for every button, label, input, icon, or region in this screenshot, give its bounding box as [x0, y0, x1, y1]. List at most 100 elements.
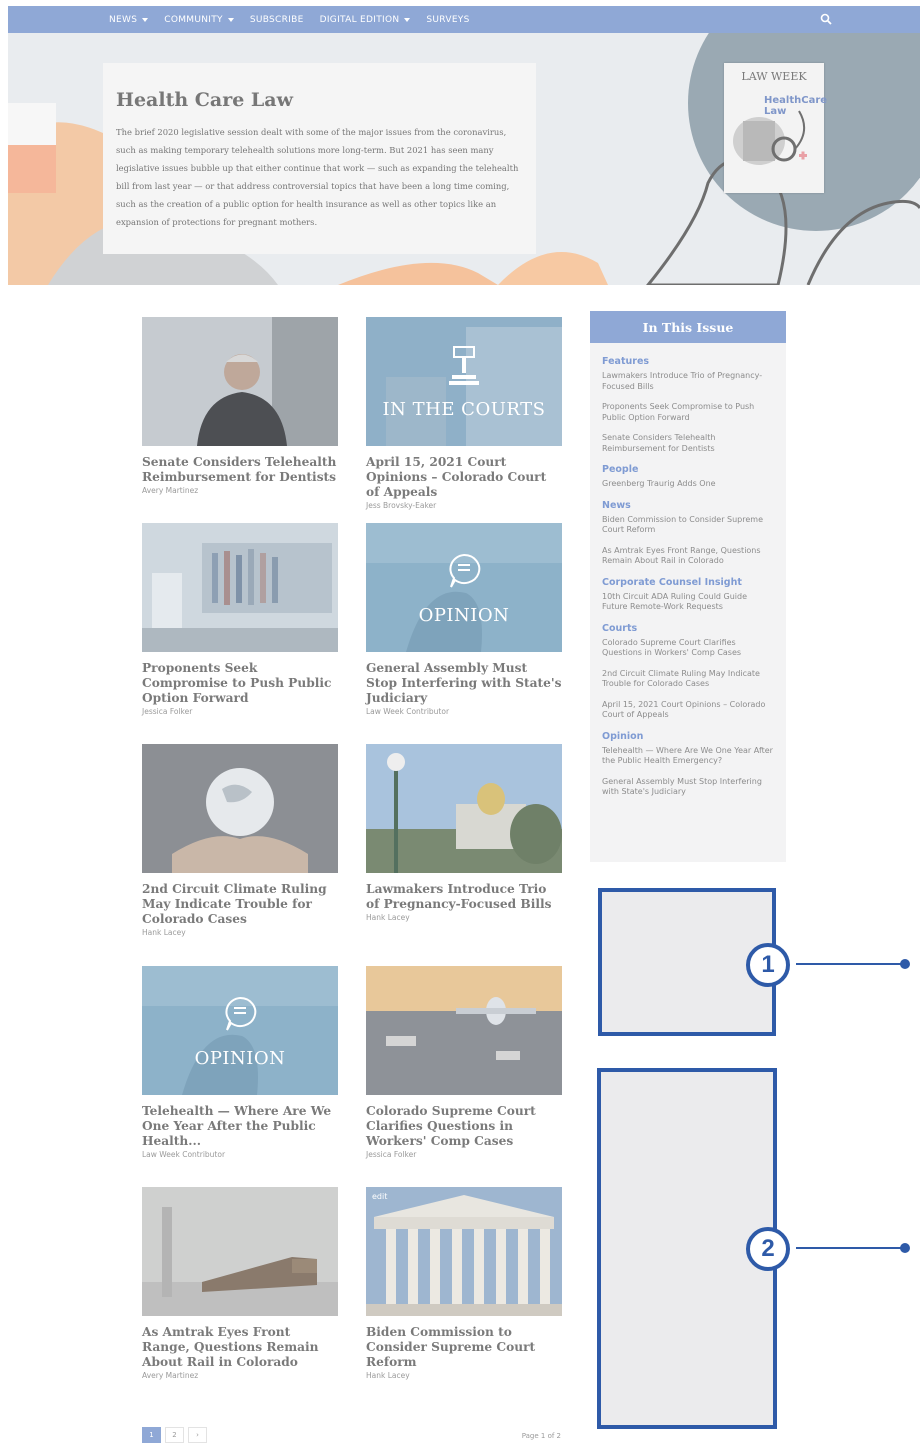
article-title[interactable]: Lawmakers Introduce Trio of Pregnancy-Fo… [366, 882, 562, 912]
nav-news[interactable]: NEWS [109, 14, 149, 25]
article-thumbnail[interactable]: edit [366, 1187, 562, 1316]
sidebar-link[interactable]: General Assembly Must Stop Interfering w… [602, 777, 774, 798]
callout-badge-1: 1 [746, 943, 790, 987]
page-title: Health Care Law [116, 89, 293, 111]
article-card[interactable]: 2nd Circuit Climate Ruling May Indicate … [142, 744, 338, 937]
article-author[interactable]: Avery Martinez [142, 486, 338, 495]
nav-news-label: NEWS [109, 14, 138, 25]
article-author[interactable]: Law Week Contributor [142, 1150, 338, 1159]
nav-subscribe-label: SUBSCRIBE [249, 14, 304, 25]
in-this-issue-sidebar: In This Issue Features Lawmakers Introdu… [590, 311, 786, 862]
article-title[interactable]: General Assembly Must Stop Interfering w… [366, 661, 562, 706]
article-title[interactable]: April 15, 2021 Court Opinions – Colorado… [366, 455, 562, 500]
article-thumbnail[interactable] [142, 744, 338, 873]
sidebar-section-corporate-counsel[interactable]: Corporate Counsel Insight [602, 577, 774, 588]
hero-intro-card: Health Care Law The brief 2020 legislati… [103, 63, 536, 254]
sidebar-section-news[interactable]: News [602, 500, 774, 511]
article-author[interactable]: Hank Lacey [366, 1371, 562, 1380]
sidebar-section-courts[interactable]: Courts [602, 623, 774, 634]
callout-badge-2: 2 [746, 1227, 790, 1271]
article-thumbnail[interactable]: IN THE COURTS [366, 317, 562, 446]
article-card[interactable]: edit Biden Commission to Consider Suprem… [366, 1187, 562, 1380]
capitol-photo [366, 744, 562, 873]
article-card[interactable]: OPINION General Assembly Must Stop Inter… [366, 523, 562, 716]
article-title[interactable]: 2nd Circuit Climate Ruling May Indicate … [142, 882, 338, 927]
article-title[interactable]: Proponents Seek Compromise to Push Publi… [142, 661, 338, 706]
article-author[interactable]: Hank Lacey [142, 928, 338, 937]
sidebar-link[interactable]: 10th Circuit ADA Ruling Could Guide Futu… [602, 592, 774, 613]
article-thumbnail[interactable] [142, 1187, 338, 1316]
sidebar-link[interactable]: Lawmakers Introduce Trio of Pregnancy-Fo… [602, 371, 774, 392]
edit-link[interactable]: edit [372, 1192, 387, 1201]
gavel-icon [449, 346, 479, 385]
search-icon[interactable] [820, 13, 832, 25]
sidebar-link[interactable]: As Amtrak Eyes Front Range, Questions Re… [602, 546, 774, 567]
train-photo [142, 1187, 338, 1316]
callout-line-1 [796, 963, 906, 965]
nav-digital-edition-label: DIGITAL EDITION [319, 14, 400, 25]
article-card[interactable]: Senate Considers Telehealth Reimbursemen… [142, 317, 338, 495]
chevron-down-icon [404, 17, 411, 22]
nav-community-label: COMMUNITY [164, 14, 223, 25]
sidebar-section-people[interactable]: People [602, 464, 774, 475]
sidebar-link[interactable]: Greenberg Traurig Adds One [602, 479, 774, 490]
article-thumbnail[interactable] [366, 966, 562, 1095]
article-thumbnail[interactable] [366, 744, 562, 873]
article-author[interactable]: Avery Martinez [142, 1371, 338, 1380]
globe-hands-photo [142, 744, 338, 873]
supreme-court-photo [366, 1187, 562, 1316]
article-title[interactable]: As Amtrak Eyes Front Range, Questions Re… [142, 1325, 338, 1370]
speech-bubble-icon [449, 553, 481, 588]
article-card[interactable]: Proponents Seek Compromise to Push Publi… [142, 523, 338, 716]
thumbnail-label: IN THE COURTS [382, 399, 546, 420]
article-card[interactable]: As Amtrak Eyes Front Range, Questions Re… [142, 1187, 338, 1380]
sidebar-link[interactable]: Proponents Seek Compromise to Push Publi… [602, 402, 774, 423]
sidebar-link[interactable]: Colorado Supreme Court Clarifies Questio… [602, 638, 774, 659]
sidebar-link[interactable]: Telehealth — Where Are We One Year After… [602, 746, 774, 767]
article-author[interactable]: Jessica Folker [142, 707, 338, 716]
businessman-photo [142, 317, 338, 446]
nav-digital-edition[interactable]: DIGITAL EDITION [320, 15, 411, 25]
sidebar-section-opinion[interactable]: Opinion [602, 731, 774, 742]
sidebar-link[interactable]: 2nd Circuit Climate Ruling May Indicate … [602, 669, 774, 690]
sidebar-link[interactable]: April 15, 2021 Court Opinions – Colorado… [602, 700, 774, 721]
article-thumbnail[interactable]: OPINION [142, 966, 338, 1095]
nav-community[interactable]: COMMUNITY [164, 15, 234, 25]
article-title[interactable]: Senate Considers Telehealth Reimbursemen… [142, 455, 338, 485]
article-author[interactable]: Jessica Folker [366, 1150, 562, 1159]
article-card[interactable]: OPINION Telehealth — Where Are We One Ye… [142, 966, 338, 1159]
hero-description: The brief 2020 legislative session dealt… [116, 127, 519, 227]
article-author[interactable]: Law Week Contributor [366, 707, 562, 716]
magazine-cover[interactable]: LAW WEEK HealthCare Law [724, 63, 828, 193]
sidebar-link[interactable]: Biden Commission to Consider Supreme Cou… [602, 515, 774, 536]
thumbnail-label: OPINION [418, 605, 510, 626]
article-title[interactable]: Telehealth — Where Are We One Year After… [142, 1104, 338, 1149]
article-thumbnail[interactable]: OPINION [366, 523, 562, 652]
article-title[interactable]: Colorado Supreme Court Clarifies Questio… [366, 1104, 562, 1149]
article-author[interactable]: Jess Brovsky-Eaker [366, 501, 562, 510]
article-thumbnail[interactable] [142, 523, 338, 652]
sidebar-section-features[interactable]: Features [602, 356, 774, 367]
speech-bubble-icon [225, 996, 257, 1031]
nav-subscribe[interactable]: SUBSCRIBE [250, 15, 304, 25]
nav-surveys-label: SURVEYS [426, 14, 470, 25]
article-card[interactable]: IN THE COURTS April 15, 2021 Court Opini… [366, 317, 562, 510]
cover-title: HealthCare Law [764, 95, 828, 117]
sidebar-title: In This Issue [590, 311, 786, 343]
top-nav-bar: NEWS COMMUNITY SUBSCRIBE DIGITAL EDITION… [8, 6, 920, 33]
article-card[interactable]: Lawmakers Introduce Trio of Pregnancy-Fo… [366, 744, 562, 922]
chevron-down-icon [142, 17, 149, 22]
thumbnail-label: OPINION [194, 1048, 286, 1069]
page-count: Page 1 of 2 [521, 1432, 561, 1440]
nav-surveys[interactable]: SURVEYS [426, 15, 469, 25]
sidebar-link[interactable]: Senate Considers Telehealth Reimbursemen… [602, 433, 774, 454]
laboratory-photo [142, 523, 338, 652]
article-card[interactable]: Colorado Supreme Court Clarifies Questio… [366, 966, 562, 1159]
article-thumbnail[interactable] [142, 317, 338, 446]
main-nav: NEWS COMMUNITY SUBSCRIBE DIGITAL EDITION… [109, 6, 470, 33]
article-author[interactable]: Hank Lacey [366, 913, 562, 922]
cover-brand: LAW WEEK [741, 70, 807, 83]
hero-banner: Health Care Law The brief 2020 legislati… [8, 33, 920, 285]
article-title[interactable]: Biden Commission to Consider Supreme Cou… [366, 1325, 562, 1370]
callout-dot-2 [900, 1243, 910, 1253]
